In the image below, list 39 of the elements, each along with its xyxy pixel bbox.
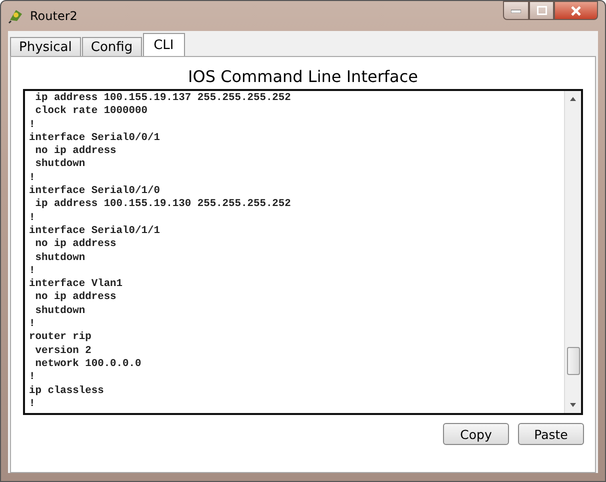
console-line: ! — [29, 172, 36, 185]
action-button[interactable]: Copy — [443, 423, 509, 445]
console-line: shutdown — [34, 158, 86, 172]
console-line: ! — [29, 264, 36, 278]
console-line: shutdown — [34, 252, 86, 265]
console-line: ! — [29, 212, 36, 225]
console-line: interface Serial0/1/1 — [29, 224, 160, 238]
console-line: router rip — [29, 331, 92, 345]
console-line: interface Vlan1 — [29, 278, 123, 292]
router-icon — [8, 8, 24, 24]
maximize-button[interactable] — [529, 1, 554, 20]
console-line: ip classless — [29, 384, 104, 398]
tab[interactable]: Physical — [10, 37, 81, 56]
console-line: ! — [29, 118, 36, 132]
console-line: ip address 100.155.19.137 255.255.255.252 — [34, 92, 291, 106]
console-line: version 2 — [34, 344, 92, 358]
console-line: interface Serial0/0/1 — [29, 132, 160, 146]
scrollbar-thumb[interactable] — [567, 347, 580, 375]
close-button[interactable] — [554, 1, 598, 20]
console-line: interface Serial0/1/0 — [29, 185, 160, 198]
action-button[interactable]: Paste — [518, 423, 584, 445]
tab[interactable]: CLI — [142, 33, 185, 56]
console-line: network 100.0.0.0 — [34, 358, 142, 372]
tab[interactable]: Config — [82, 37, 142, 56]
minimize-button[interactable] — [503, 1, 529, 20]
console-line: no ip address — [34, 291, 116, 305]
close-icon — [571, 6, 581, 16]
console-line: ! — [29, 398, 36, 412]
console-line: no ip address — [34, 238, 116, 252]
console-line: ! — [29, 371, 36, 385]
console-line: ip address 100.155.19.130 255.255.255.252 — [34, 198, 291, 212]
console-line: ! — [29, 318, 36, 332]
console-line: no ip address — [34, 145, 116, 158]
window-title: Router2 — [30, 9, 78, 23]
minimize-icon — [511, 8, 521, 12]
console-heading: IOS Command Line Interface — [188, 67, 418, 86]
console-line: clock rate 1000000 — [34, 105, 148, 119]
console-line: shutdown — [34, 304, 86, 318]
maximize-icon — [536, 6, 546, 15]
